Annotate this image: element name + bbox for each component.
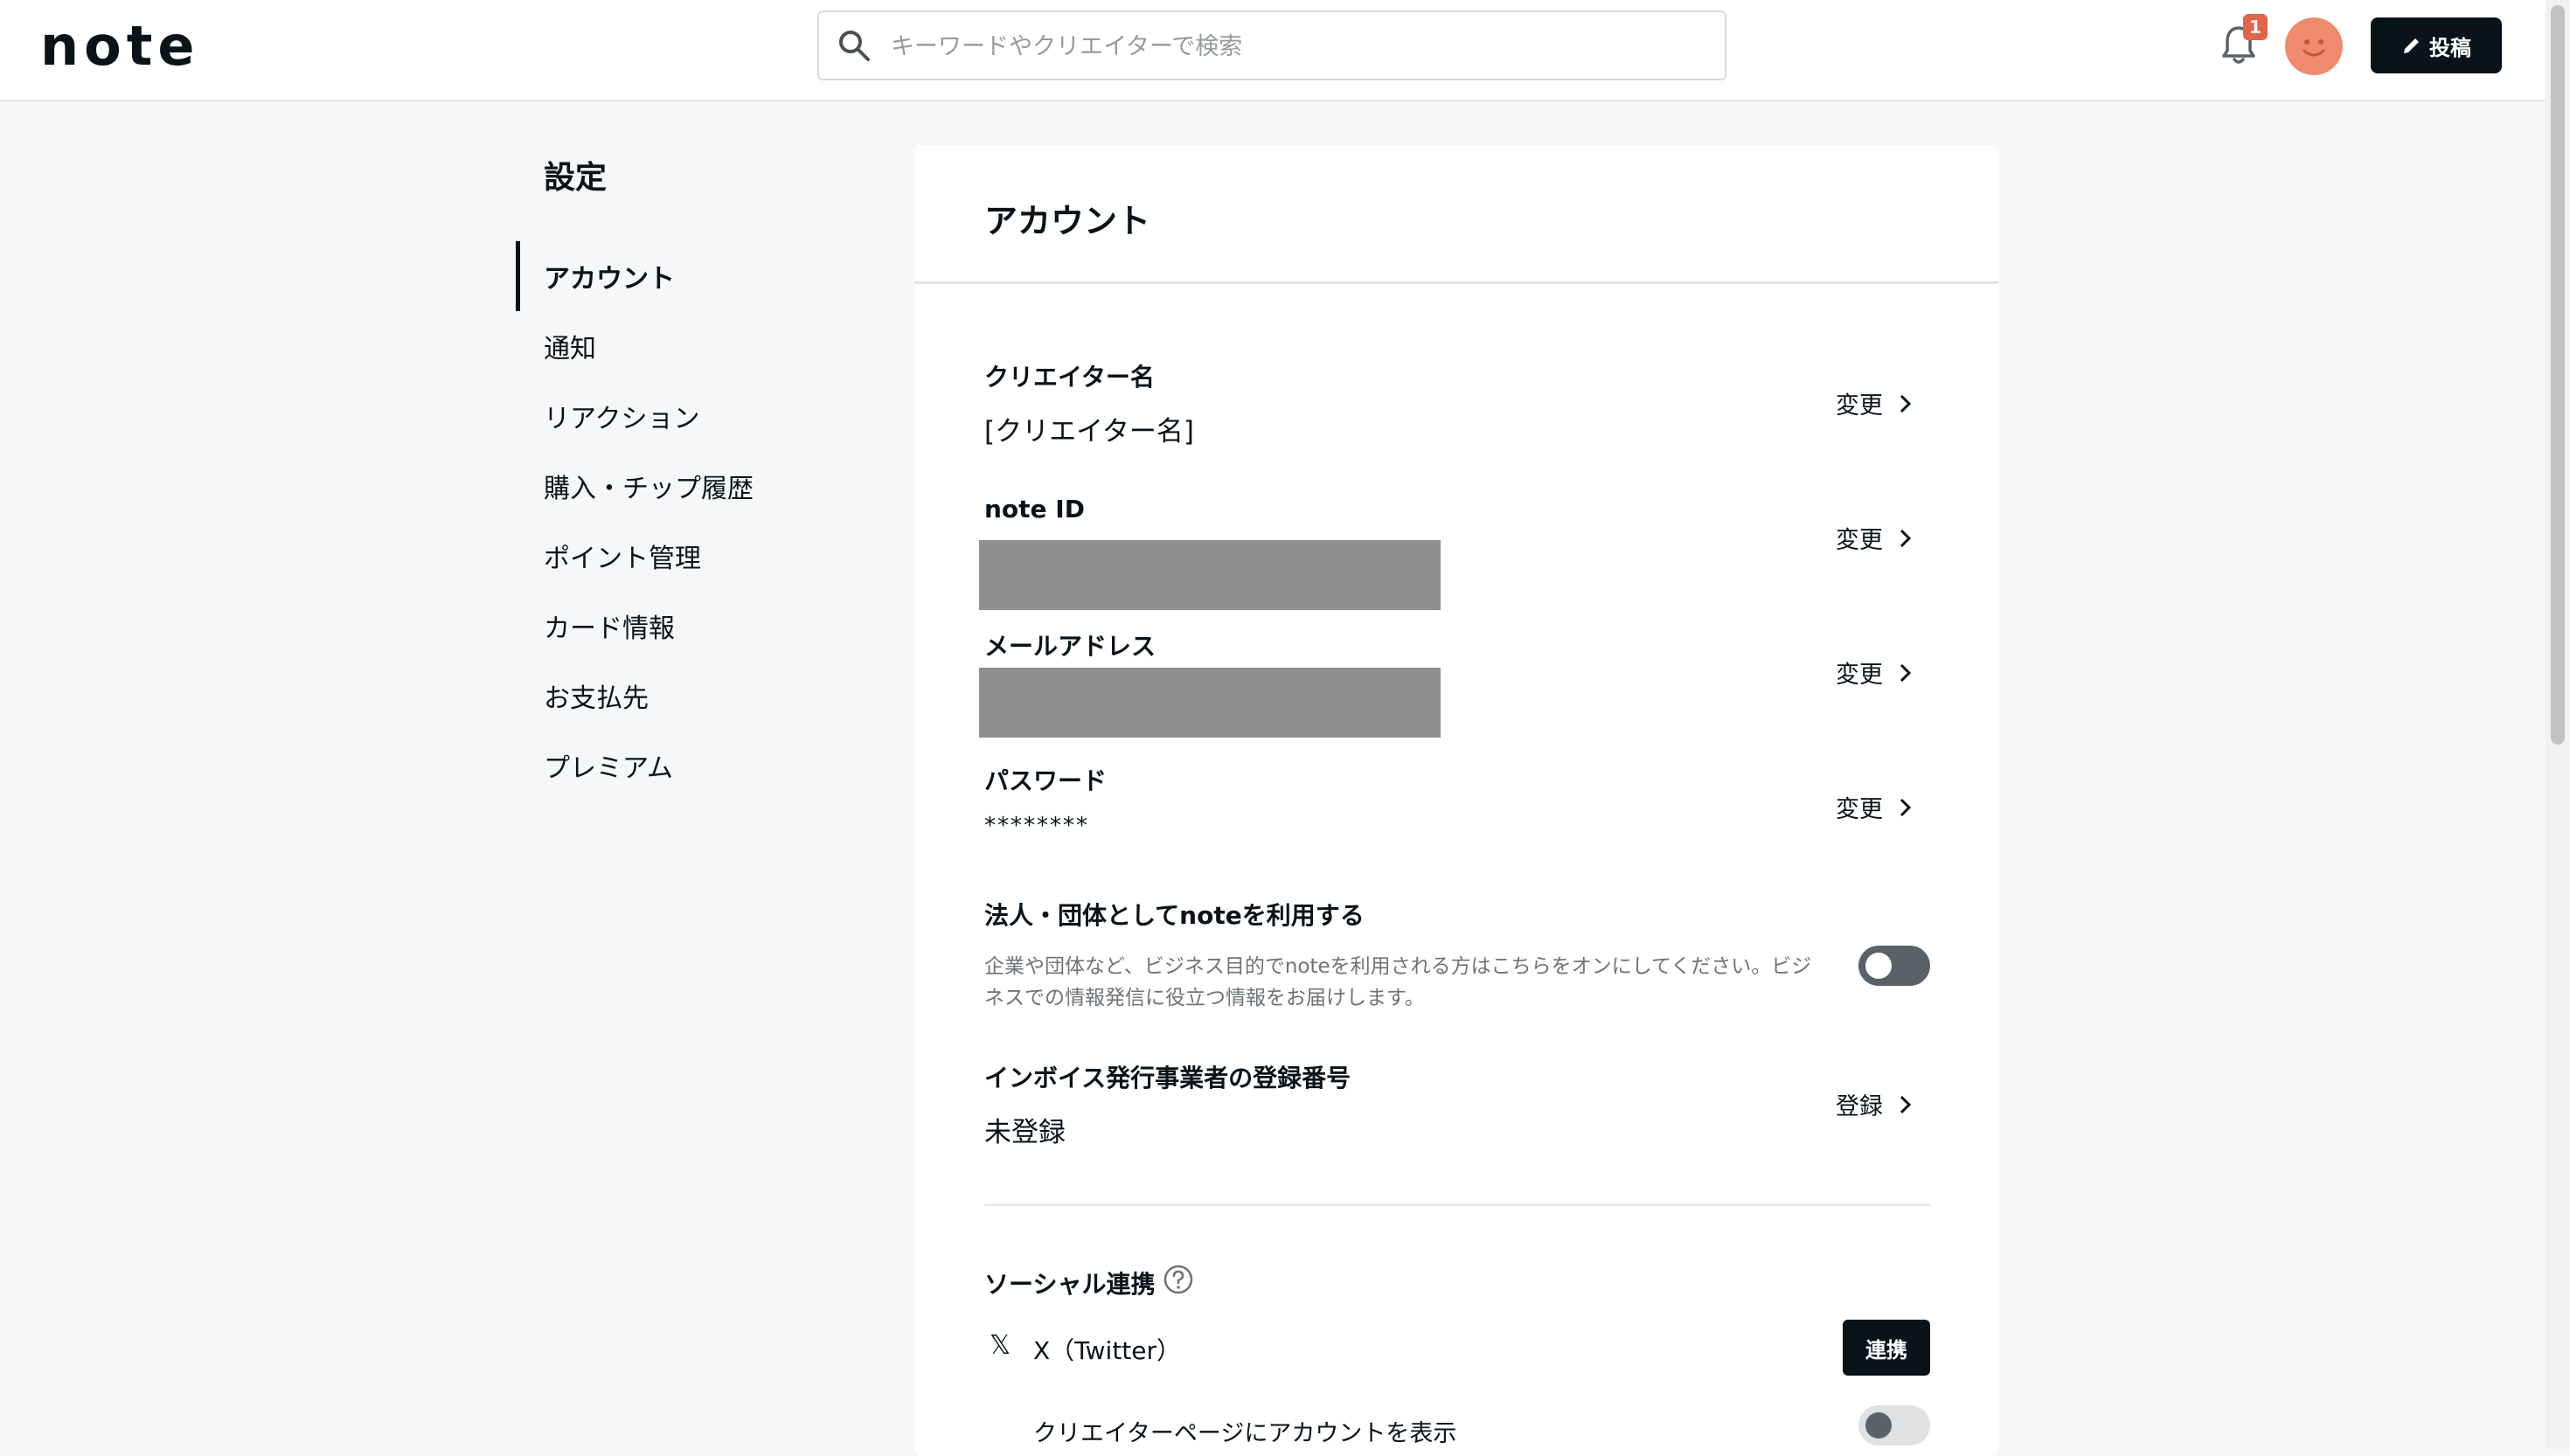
email-change-label: 変更 — [1836, 662, 1883, 689]
pencil-icon — [2404, 38, 2419, 53]
top-header: note 1 投稿 — [0, 0, 2570, 101]
invoice-register-button[interactable]: 登録 — [1836, 1087, 1913, 1121]
creator-name-change-label: 変更 — [1836, 392, 1883, 419]
password-change-label: 変更 — [1836, 796, 1883, 823]
invoice-register-label: 登録 — [1836, 1093, 1883, 1120]
post-button-label: 投稿 — [2429, 35, 2471, 60]
notification-badge: 1 — [2243, 14, 2268, 40]
sidebar-item-payee[interactable]: お支払先 — [544, 676, 649, 715]
sidebar-item-notifications[interactable]: 通知 — [544, 327, 596, 365]
note-id-change-label: 変更 — [1836, 527, 1883, 554]
search-box[interactable] — [817, 10, 1726, 80]
password-value: ******** — [984, 813, 1089, 839]
chevron-right-icon — [1900, 1095, 1912, 1113]
corporate-label: 法人・団体としてnoteを利用する — [984, 901, 1365, 930]
invoice-label: インボイス発行事業者の登録番号 — [984, 1064, 1351, 1092]
chevron-right-icon — [1900, 798, 1912, 816]
smiley-icon — [2303, 39, 2325, 57]
chevron-right-icon — [1900, 663, 1912, 682]
creator-name-value: [クリエイター名] — [984, 416, 1194, 447]
toggle-knob — [1865, 953, 1892, 979]
sidebar-item-purchase-history[interactable]: 購入・チップ履歴 — [544, 467, 754, 505]
settings-title: 設定 — [544, 160, 608, 196]
password-label: パスワード — [984, 766, 1108, 795]
x-twitter-icon: 𝕏 — [990, 1330, 1011, 1361]
note-id-label: note ID — [984, 495, 1085, 523]
help-icon[interactable] — [1163, 1264, 1194, 1295]
logo-text: note — [40, 13, 200, 78]
social-label: ソーシャル連携 — [984, 1270, 1156, 1299]
active-indicator — [516, 241, 520, 311]
note-id-redacted — [979, 540, 1441, 610]
email-redacted — [979, 668, 1441, 738]
creator-name-change-button[interactable]: 変更 — [1836, 386, 1913, 420]
sidebar-item-account[interactable]: アカウント — [544, 257, 675, 295]
post-button[interactable]: 投稿 — [2371, 17, 2502, 73]
show-on-page-label: クリエイターページにアカウントを表示 — [1033, 1420, 1457, 1447]
password-change-button[interactable]: 変更 — [1836, 790, 1913, 824]
show-on-page-toggle[interactable] — [1858, 1405, 1930, 1446]
sidebar-item-card-info[interactable]: カード情報 — [544, 607, 675, 645]
section-divider — [984, 1204, 1930, 1206]
twitter-label: X（Twitter） — [1033, 1336, 1182, 1365]
corporate-toggle[interactable] — [1858, 946, 1930, 986]
email-label: メールアドレス — [984, 632, 1156, 661]
chevron-right-icon — [1900, 529, 1912, 547]
account-title: アカウント — [984, 202, 1151, 240]
note-id-change-button[interactable]: 変更 — [1836, 521, 1913, 555]
note-logo[interactable]: note — [40, 14, 199, 78]
sidebar-item-reactions[interactable]: リアクション — [544, 397, 700, 435]
search-input[interactable] — [889, 21, 1697, 72]
corporate-description: 企業や団体など、ビジネス目的でnoteを利用される方はこちらをオンにしてください… — [984, 955, 1812, 1009]
toggle-knob — [1865, 1412, 1892, 1439]
search-icon — [839, 31, 870, 61]
sidebar-item-premium[interactable]: プレミアム — [544, 746, 673, 785]
invoice-value: 未登録 — [984, 1117, 1066, 1148]
twitter-link-button[interactable]: 連携 — [1843, 1320, 1930, 1376]
sidebar-item-points[interactable]: ポイント管理 — [544, 537, 701, 575]
user-avatar[interactable] — [2285, 17, 2343, 75]
chevron-right-icon — [1900, 394, 1912, 413]
creator-name-label: クリエイター名 — [984, 363, 1155, 392]
email-change-button[interactable]: 変更 — [1836, 655, 1913, 690]
scrollbar-thumb[interactable] — [2551, 5, 2565, 745]
title-divider — [914, 281, 1998, 284]
